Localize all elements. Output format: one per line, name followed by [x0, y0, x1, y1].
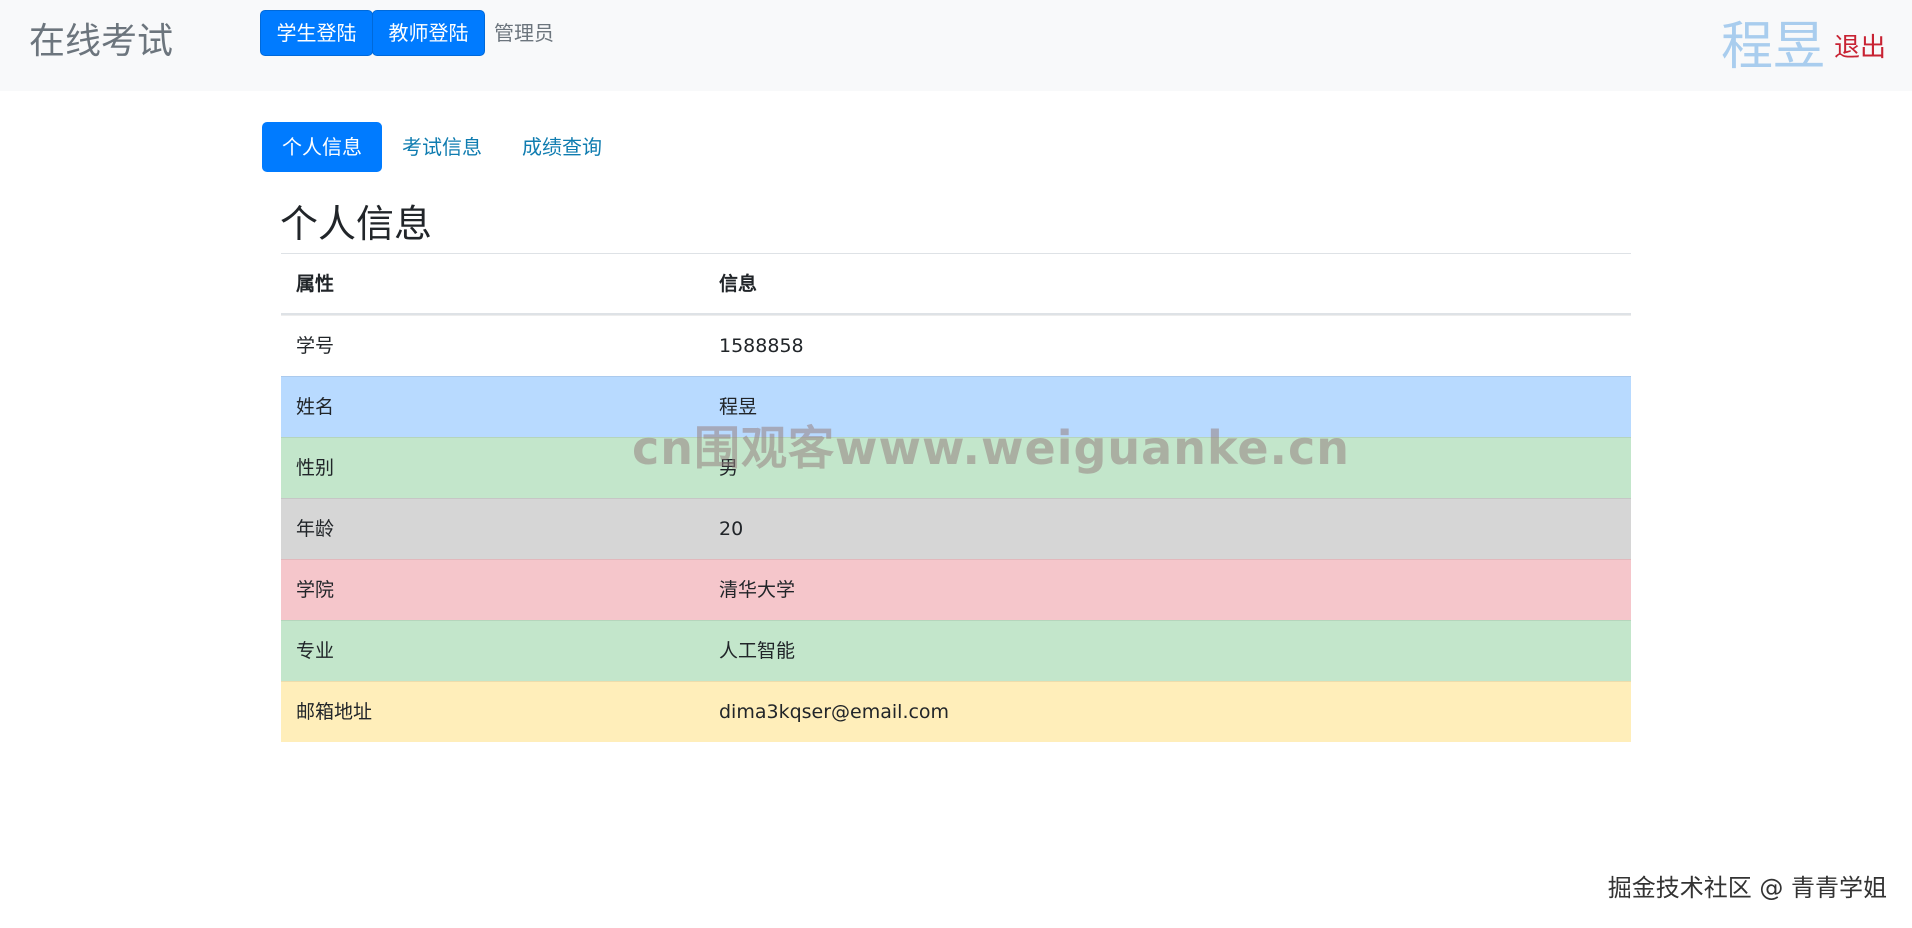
tab-score-query[interactable]: 成绩查询: [522, 122, 622, 172]
header-attribute: 属性: [296, 273, 335, 295]
tab-exam-info[interactable]: 考试信息: [402, 122, 502, 172]
table-row: 年龄 20: [281, 498, 1631, 559]
table-row: 学院 清华大学: [281, 559, 1631, 620]
table-row: 专业 人工智能: [281, 620, 1631, 681]
header-info: 信息: [719, 273, 758, 295]
row-value: 清华大学: [719, 579, 796, 601]
top-navbar: 在线考试 学生登陆 教师登陆 管理员 程昱 退出: [0, 0, 1912, 91]
page-title: 个人信息: [280, 202, 433, 246]
tab-personal-info[interactable]: 个人信息: [262, 122, 382, 172]
admin-link[interactable]: 管理员: [494, 10, 554, 56]
footer-credit: 掘金技术社区 @ 青青学姐: [1607, 874, 1887, 902]
row-attribute: 年龄: [296, 518, 335, 540]
row-attribute: 学号: [296, 335, 335, 357]
student-login-button[interactable]: 学生登陆: [260, 10, 373, 56]
table-row: 学号 1588858: [281, 315, 1631, 376]
table-header: 属性 信息: [281, 253, 1631, 315]
teacher-login-button[interactable]: 教师登陆: [372, 10, 485, 56]
row-attribute: 姓名: [296, 396, 335, 418]
row-value: 1588858: [719, 335, 804, 357]
table-row: 邮箱地址 dima3kqser@email.com: [281, 681, 1631, 742]
row-value: 人工智能: [719, 640, 796, 662]
watermark-text: cn围观客www.weiguanke.cn: [632, 421, 1351, 475]
logout-link[interactable]: 退出: [1834, 28, 1886, 68]
row-attribute: 学院: [296, 579, 335, 601]
row-attribute: 性别: [296, 457, 335, 479]
personal-info-table: 属性 信息 学号 1588858 姓名 程昱 性别 男 年龄 20 学院 清华大…: [281, 253, 1631, 742]
row-value: dima3kqser@email.com: [719, 701, 950, 723]
row-attribute: 邮箱地址: [296, 701, 373, 723]
brand-title[interactable]: 在线考试: [29, 18, 173, 66]
row-attribute: 专业: [296, 640, 335, 662]
row-value: 20: [719, 518, 744, 540]
username-display: 程昱: [1720, 17, 1825, 77]
